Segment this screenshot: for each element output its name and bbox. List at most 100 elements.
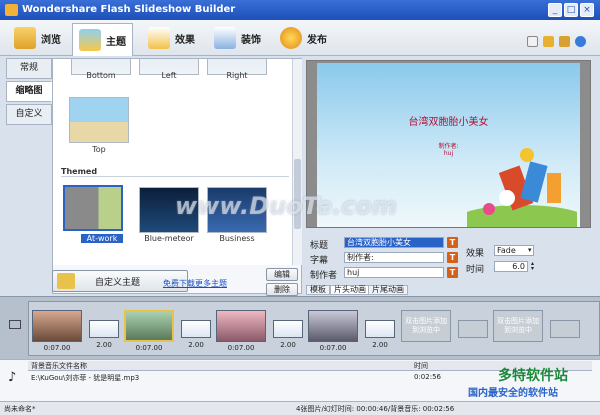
properties-form: 标题 台湾双胞胎小美女 T 字幕 制作者: T 制作者 huj T 效果 Fad…	[306, 232, 591, 295]
theme-label-at-work: At-work	[81, 234, 123, 243]
window-title: Wondershare Flash Slideshow Builder	[22, 4, 236, 15]
subtitle-input[interactable]: 制作者:	[344, 252, 444, 263]
status-bar: 尚未命名* 4张图片/幻灯时间: 00:00:46/背景音乐: 00:02:56	[0, 401, 600, 415]
theme-label-bottom: Bottom	[86, 71, 116, 80]
tab-publish[interactable]: 发布	[274, 23, 333, 53]
time-spinner[interactable]: ▴ ▾	[529, 261, 536, 272]
photo-clip[interactable]	[216, 310, 266, 342]
new-icon[interactable]	[527, 36, 538, 47]
preview-title: 台湾双胞胎小美女	[408, 117, 489, 128]
theme-icon	[79, 29, 101, 51]
music-time-column: 时间	[414, 362, 428, 370]
author-label: 制作者	[310, 271, 338, 281]
tab-decorate-label: 装饰	[241, 34, 261, 46]
tab-custom[interactable]: 自定义	[6, 104, 52, 125]
title-label: 标题	[310, 241, 329, 251]
app-icon	[5, 4, 18, 16]
empty-transition-slot[interactable]	[550, 320, 580, 338]
tab-theme-label: 主题	[106, 36, 126, 48]
tab-browse[interactable]: 浏览	[8, 23, 67, 53]
author-input[interactable]: huj	[344, 267, 444, 278]
tab-template[interactable]: 模板	[306, 285, 330, 295]
theme-label-top: Top	[92, 145, 106, 154]
empty-slot[interactable]: 双击图片添加到浏览中	[401, 310, 451, 342]
customize-theme-label: 自定义主题	[95, 277, 141, 288]
effects-icon	[148, 27, 170, 49]
photo-clip[interactable]	[308, 310, 358, 342]
customize-theme-icon	[57, 273, 75, 289]
theme-label-blue-meteor: Blue-meteor	[144, 234, 194, 243]
music-name-column: 背景音乐文件名称	[31, 362, 87, 370]
help-icon[interactable]	[575, 36, 586, 47]
edit-button[interactable]: 编辑	[266, 268, 298, 281]
publish-icon	[280, 27, 302, 49]
brand-watermark: 多特软件站	[498, 368, 568, 384]
title-text-format-icon[interactable]: T	[447, 237, 458, 248]
empty-slot[interactable]: 双击图片添加到浏览中	[493, 310, 543, 342]
dropdown-arrow-icon[interactable]: ▾	[528, 245, 535, 256]
author-text-format-icon[interactable]: T	[447, 267, 458, 278]
tab-theme[interactable]: 主题	[72, 23, 133, 56]
clip-duration: 0:07.00	[319, 344, 347, 352]
theme-label-business: Business	[219, 234, 255, 243]
transition-duration: 2.00	[96, 341, 112, 349]
gallery-scrollbar[interactable]	[293, 59, 302, 265]
photo-clip[interactable]	[32, 310, 82, 342]
clip-duration: 0:07.00	[135, 344, 163, 352]
empty-transition-slot[interactable]	[458, 320, 488, 338]
storyboard-icon	[9, 320, 21, 329]
theme-label-right: Right	[226, 71, 248, 80]
theme-thumb-top[interactable]	[69, 97, 129, 143]
transition-clip[interactable]	[365, 320, 395, 338]
music-duration: 0:02:56	[414, 373, 441, 381]
download-themes-link[interactable]: 免费下载更多主题	[163, 278, 227, 289]
themed-section-label: Themed	[61, 167, 98, 176]
tab-publish-label: 发布	[307, 34, 327, 46]
tab-decorate[interactable]: 装饰	[208, 23, 267, 53]
side-tabs: 常规 缩略图 自定义	[6, 58, 52, 127]
theme-thumb-at-work[interactable]	[63, 185, 123, 231]
tab-thumbnail[interactable]: 缩略图	[6, 81, 52, 102]
storyboard-timeline: 0:07.00 2.00 0:07.00 2.00 0:07.00 2.00 0…	[0, 296, 600, 359]
site-watermark: www.DuoTe.com	[175, 192, 397, 220]
effect-value: Fade	[497, 246, 516, 255]
subtitle-label: 字幕	[310, 256, 329, 266]
photo-clip[interactable]	[124, 310, 174, 342]
theme-gallery: Bottom Left Right Top Themed At-work Blu…	[53, 59, 293, 265]
tab-effects-label: 效果	[175, 34, 195, 46]
effect-label: 效果	[466, 249, 485, 259]
clip-duration: 0:07.00	[227, 344, 255, 352]
clip-duration: 0:07.00	[43, 344, 71, 352]
main-toolbar: 浏览 主题 效果 装饰 发布	[0, 20, 600, 56]
minimize-button[interactable]: _	[548, 3, 562, 17]
transition-duration: 2.00	[188, 341, 204, 349]
transition-clip[interactable]	[89, 320, 119, 338]
subtitle-text-format-icon[interactable]: T	[447, 252, 458, 263]
music-file[interactable]: E:\KuGou\刘亦菲 - 犹是明星.mp3	[31, 373, 139, 383]
transition-duration: 2.00	[372, 341, 388, 349]
time-input[interactable]: 6.0	[494, 261, 528, 272]
tab-browse-label: 浏览	[41, 34, 61, 46]
status-project-name: 尚未命名*	[4, 405, 36, 413]
delete-button[interactable]: 删除	[266, 283, 298, 296]
tab-effects[interactable]: 效果	[142, 23, 201, 53]
open-icon[interactable]	[543, 36, 554, 47]
maximize-button[interactable]: □	[564, 3, 578, 17]
music-panel: ♪ 背景音乐文件名称 时间 E:\KuGou\刘亦菲 - 犹是明星.mp3 0:…	[0, 359, 600, 401]
tab-outro-animation[interactable]: 片尾动画	[368, 285, 408, 295]
theme-panel: Bottom Left Right Top Themed At-work Blu…	[52, 58, 302, 296]
close-button[interactable]: ×	[580, 3, 594, 17]
music-note-icon: ♪	[8, 370, 17, 385]
settings-icon[interactable]	[559, 36, 570, 47]
tab-general[interactable]: 常规	[6, 58, 52, 79]
transition-clip[interactable]	[181, 320, 211, 338]
tab-intro-animation[interactable]: 片头动画	[330, 285, 370, 295]
transition-duration: 2.00	[280, 341, 296, 349]
decorate-icon	[214, 27, 236, 49]
section-divider	[61, 176, 289, 177]
transition-clip[interactable]	[273, 320, 303, 338]
time-label: 时间	[466, 265, 485, 275]
cartoon-decoration	[467, 148, 577, 227]
brand-slogan: 国内最安全的软件站	[468, 388, 558, 399]
title-input[interactable]: 台湾双胞胎小美女	[344, 237, 444, 248]
